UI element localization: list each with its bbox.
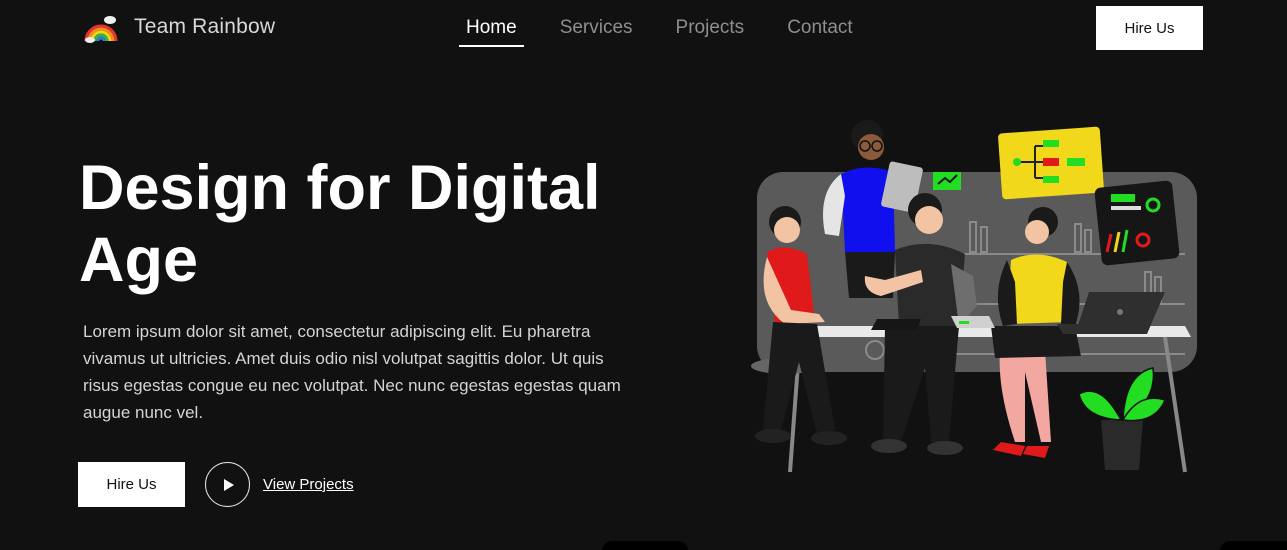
rainbow-icon [84,16,118,43]
view-projects-link[interactable]: View Projects [263,476,354,493]
hire-us-hero-button[interactable]: Hire Us [78,462,185,507]
nav-item-services[interactable]: Services [553,17,640,39]
main-menu: Home Services Projects Contact [459,17,889,47]
next-section-element [602,541,688,550]
hire-us-nav-button[interactable]: Hire Us [1096,6,1203,50]
hero-title: Design for Digital Age [79,153,601,295]
brand-name: Team Rainbow [134,15,276,38]
play-icon [223,478,234,491]
nav-item-contact[interactable]: Contact [780,17,859,39]
play-video-button[interactable] [205,462,250,507]
nav-item-home[interactable]: Home [459,17,524,47]
hero-description: Lorem ipsum dolor sit amet, consectetur … [83,322,621,422]
brand[interactable]: Team Rainbow [84,11,275,43]
next-section-element [1220,541,1287,550]
nav-item-projects[interactable]: Projects [669,17,752,39]
team-meeting-illustration [751,120,1197,473]
top-navigation: Team Rainbow Home Services Projects Cont… [0,0,1287,56]
